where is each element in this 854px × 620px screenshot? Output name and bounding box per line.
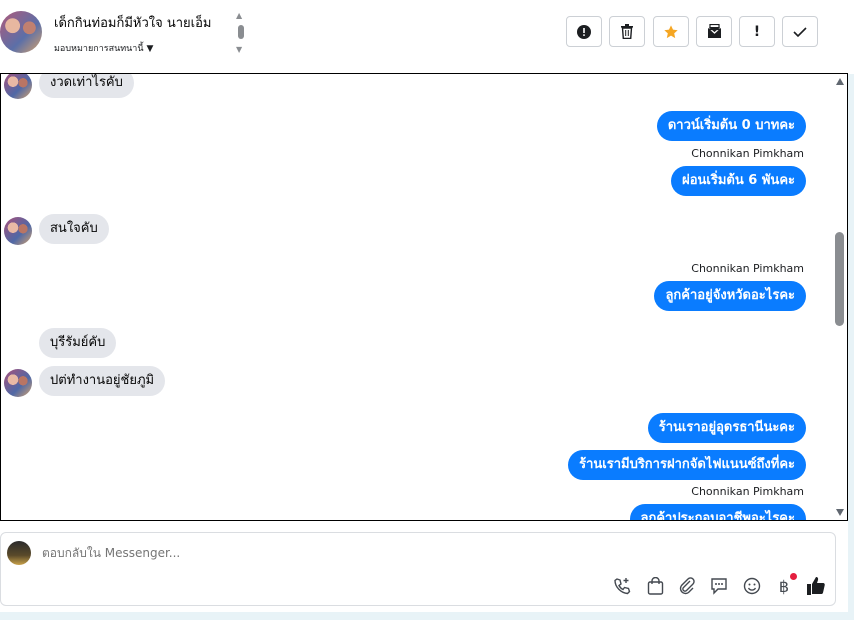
outgoing-message[interactable]: ลูกค้าอยู่จังหวัดอะไรคะ bbox=[654, 281, 806, 311]
contact-avatar-small[interactable] bbox=[4, 74, 32, 99]
sender-name: Chonnikan Pimkham bbox=[691, 262, 804, 275]
exclamation-icon: ! bbox=[753, 23, 761, 40]
incoming-message[interactable]: ปต่ทำงานอยู่ชัยภูมิ bbox=[39, 366, 166, 396]
delete-button[interactable] bbox=[609, 16, 645, 47]
report-button[interactable] bbox=[566, 16, 602, 47]
scroll-up-icon[interactable]: ▲ bbox=[236, 12, 242, 20]
exclamation-circle-icon bbox=[577, 24, 591, 39]
check-icon bbox=[793, 26, 807, 37]
paperclip-icon[interactable] bbox=[676, 575, 698, 597]
contact-avatar-small[interactable] bbox=[4, 217, 32, 245]
shopping-bag-icon[interactable] bbox=[644, 575, 666, 597]
reply-input[interactable] bbox=[42, 546, 802, 560]
phone-add-icon[interactable] bbox=[611, 575, 633, 597]
contact-avatar[interactable] bbox=[0, 11, 42, 53]
outgoing-message[interactable]: ผ่อนเริ่มต้น 6 พันคะ bbox=[671, 166, 806, 196]
bottom-edge bbox=[0, 612, 854, 620]
conversation-header: เด็กกินท่อมก็มีหัวใจ นายเอ็ม มอบหมายการส… bbox=[0, 0, 854, 74]
envelope-icon bbox=[707, 24, 721, 38]
mark-unread-button[interactable] bbox=[696, 16, 732, 47]
scroll-thumb[interactable] bbox=[835, 232, 844, 326]
done-button[interactable] bbox=[782, 16, 818, 47]
reply-composer: ฿ bbox=[0, 532, 836, 606]
incoming-message[interactable]: บุรีรัมย์คับ bbox=[39, 328, 117, 358]
outgoing-message[interactable]: ร้านเรามีบริการฝากจัดไฟแนนซ์ถึงที่คะ bbox=[568, 450, 806, 480]
scroll-up-icon[interactable] bbox=[836, 78, 844, 85]
star-button[interactable] bbox=[653, 16, 689, 47]
outgoing-message[interactable]: ร้านเราอยู่อุดรธานีนะคะ bbox=[647, 413, 806, 443]
star-icon bbox=[664, 24, 678, 38]
page-avatar bbox=[7, 541, 31, 565]
flag-button[interactable]: ! bbox=[739, 16, 775, 47]
outgoing-message[interactable]: ลูกค้าประกอบอาชีพอะไรคะ bbox=[629, 504, 806, 520]
incoming-message[interactable]: งวดเท่าไรคับ bbox=[39, 74, 134, 98]
sender-name: Chonnikan Pimkham bbox=[691, 147, 804, 160]
scroll-down-icon[interactable] bbox=[836, 509, 844, 516]
contact-avatar-small[interactable] bbox=[4, 369, 32, 397]
outgoing-message[interactable]: ดาวน์เริ่มต้น 0 บาทคะ bbox=[656, 111, 806, 141]
scroll-down-icon[interactable]: ▼ bbox=[236, 46, 242, 54]
trash-icon bbox=[621, 24, 633, 39]
assign-conversation-dropdown[interactable]: มอบหมายการสนทนานี้ ▼ bbox=[54, 41, 153, 55]
caret-down-icon: ▼ bbox=[146, 44, 154, 54]
scroll-thumb[interactable] bbox=[238, 25, 244, 39]
contact-name[interactable]: เด็กกินท่อมก็มีหัวใจ นายเอ็ม bbox=[54, 12, 212, 33]
incoming-message[interactable]: สนใจคับ bbox=[39, 214, 109, 244]
thread-scrollbar[interactable] bbox=[833, 74, 847, 520]
message-thread[interactable]: งวดเท่าไรคับ ดาวน์เริ่มต้น 0 บาทคะ Chonn… bbox=[0, 73, 848, 521]
chat-bubble-icon[interactable] bbox=[708, 575, 730, 597]
smiley-icon[interactable] bbox=[741, 575, 763, 597]
header-scroll[interactable]: ▲ ▼ bbox=[236, 12, 246, 56]
notification-dot bbox=[790, 573, 797, 580]
right-edge bbox=[848, 0, 854, 620]
assign-label: มอบหมายการสนทนานี้ bbox=[54, 44, 144, 54]
sender-name: Chonnikan Pimkham bbox=[691, 485, 804, 498]
thumbs-up-icon[interactable] bbox=[805, 575, 827, 597]
